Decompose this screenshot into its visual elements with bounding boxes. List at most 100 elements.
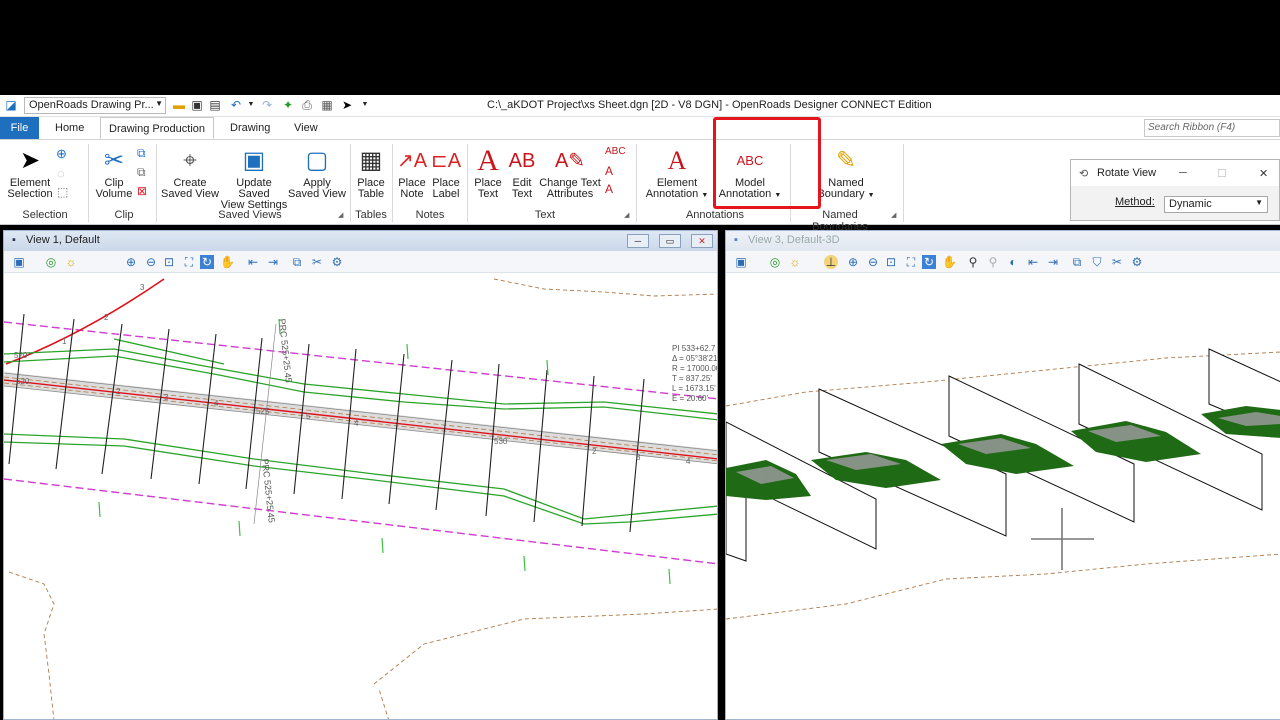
zoom-out-icon[interactable]: ⊖ xyxy=(866,255,880,269)
view-toggle-icon[interactable]: ⚙ xyxy=(1130,255,1144,269)
fit-view-icon[interactable]: ⛶ xyxy=(182,255,196,269)
dialog-launcher-icon[interactable]: ◢ xyxy=(624,211,629,219)
select-all-icon[interactable]: ⊕ xyxy=(56,146,67,162)
undo-dropdown-icon[interactable]: ▼ xyxy=(244,98,258,112)
app-icon[interactable]: ◪ xyxy=(4,98,18,112)
walk-icon[interactable]: ⚲ xyxy=(966,255,980,269)
fly-icon[interactable]: ⚲ xyxy=(986,255,1000,269)
minimize-icon[interactable]: ─ xyxy=(1179,167,1187,179)
select-arrow-icon[interactable]: ➤ xyxy=(340,98,354,112)
place-note-button[interactable]: ↗A Place Note xyxy=(395,146,429,200)
element-selection-button[interactable]: ➤ Element Selection xyxy=(6,146,54,200)
tab-file[interactable]: File xyxy=(0,117,39,139)
previous-view-icon[interactable]: ⇤ xyxy=(1026,255,1040,269)
clip-clear-icon[interactable]: ⊠ xyxy=(137,184,147,198)
clip-mask-icon[interactable]: ⧉ xyxy=(137,146,146,161)
clip-view-icon[interactable]: ⛉ xyxy=(1090,255,1104,269)
element-annotation-icon: A xyxy=(667,146,687,175)
svg-text:2: 2 xyxy=(104,313,109,322)
close-icon[interactable]: ✕ xyxy=(1259,167,1268,180)
close-view-icon[interactable]: ✕ xyxy=(691,234,713,248)
ribbon-tabs: File Home Drawing Production Drawing Vie… xyxy=(0,117,1280,139)
dialog-launcher-icon[interactable]: ◢ xyxy=(891,211,896,219)
save-settings-icon[interactable]: ▤ xyxy=(208,98,222,112)
view-3-canvas[interactable] xyxy=(726,274,1280,719)
update-view-icon[interactable]: ⊥ xyxy=(824,255,838,269)
spell-check-icon[interactable]: ABC xyxy=(605,146,626,157)
place-label-button[interactable]: ⊏A Place Label xyxy=(429,146,463,200)
change-text-label-2: Attributes xyxy=(546,188,594,200)
view-toggle-icon[interactable]: ⚙ xyxy=(330,255,344,269)
update-saved-view-button[interactable]: ▣ Update Saved View Settings xyxy=(220,146,288,211)
view-1-window[interactable]: ▪ View 1, Default ─ ▭ ✕ ▣ ◎ ☼ ⊕ ⊖ ⊡ ⛶ ↻ … xyxy=(3,230,718,720)
zoom-in-icon[interactable]: ⊕ xyxy=(846,255,860,269)
workflow-selector[interactable]: OpenRoads Drawing Pr... ▼ xyxy=(24,97,166,114)
view-1-canvas[interactable]: PRC 525+25.45 PRC 525+25.45 PI 533+62.7 … xyxy=(4,274,717,719)
restore-view-icon[interactable]: ▭ xyxy=(659,234,681,248)
previous-view-icon[interactable]: ⇤ xyxy=(246,255,260,269)
rotate-view-icon[interactable]: ↻ xyxy=(922,255,936,269)
display-style-icon[interactable]: ☼ xyxy=(64,255,78,269)
clip-volume-button[interactable]: ✂ Clip Volume xyxy=(92,146,136,200)
customize-qat-icon[interactable]: ▼ xyxy=(358,98,372,112)
window-area-icon[interactable]: ⊡ xyxy=(884,255,898,269)
text-style-icon[interactable]: A xyxy=(605,164,613,178)
maximize-icon[interactable]: ☐ xyxy=(1217,167,1227,180)
svg-text:520: 520 xyxy=(14,351,28,360)
clip-copy-icon[interactable]: ⧉ xyxy=(137,165,146,180)
place-table-button[interactable]: ▦ Place Table xyxy=(352,146,390,200)
rotate-view-icon[interactable]: ↻ xyxy=(200,255,214,269)
camera-icon[interactable]: ◐ xyxy=(1006,255,1020,269)
tab-drawing-production[interactable]: Drawing Production xyxy=(100,117,214,139)
text-size-icon[interactable]: A xyxy=(605,182,613,196)
select-block-icon[interactable]: ⬚ xyxy=(57,185,68,199)
separator xyxy=(903,144,904,222)
redo-icon[interactable]: ↷ xyxy=(260,98,274,112)
zoom-in-icon[interactable]: ⊕ xyxy=(124,255,138,269)
pin-icon[interactable]: ✦ xyxy=(281,98,295,112)
tab-home[interactable]: Home xyxy=(47,117,92,139)
search-ribbon-input[interactable]: Search Ribbon (F4) xyxy=(1144,119,1280,137)
copy-view-icon[interactable]: ⧉ xyxy=(290,255,304,269)
display-style-icon[interactable]: ☼ xyxy=(788,255,802,269)
undo-icon[interactable]: ↶ xyxy=(229,98,243,112)
next-view-icon[interactable]: ⇥ xyxy=(266,255,280,269)
print-icon[interactable]: ⎙ xyxy=(300,98,314,112)
save-icon[interactable]: ▣ xyxy=(190,98,204,112)
select-circle-icon[interactable]: ◌ xyxy=(57,166,65,181)
element-annotation-button[interactable]: A Element Annotation ▼ xyxy=(642,146,712,201)
place-text-button[interactable]: A Place Text xyxy=(470,146,506,200)
fit-view-icon[interactable]: ⛶ xyxy=(904,255,918,269)
pan-icon[interactable]: ✋ xyxy=(942,255,957,269)
svg-text:525: 525 xyxy=(256,407,270,416)
zoom-out-icon[interactable]: ⊖ xyxy=(144,255,158,269)
create-saved-view-button[interactable]: ⌖ Create Saved View xyxy=(160,146,220,200)
tab-drawing[interactable]: Drawing xyxy=(222,117,278,139)
rotate-icon: ⟲ xyxy=(1079,168,1089,180)
row-line-bottom xyxy=(4,478,717,565)
view-attributes-icon[interactable]: ▣ xyxy=(734,255,748,269)
levels-icon[interactable]: ◎ xyxy=(44,255,58,269)
open-folder-icon[interactable]: ▬ xyxy=(172,98,186,112)
clip-mask-icon[interactable]: ✂ xyxy=(1110,255,1124,269)
svg-text:4: 4 xyxy=(686,457,691,466)
view-attributes-icon[interactable]: ▣ xyxy=(12,255,26,269)
tab-view[interactable]: View xyxy=(286,117,326,139)
apply-saved-view-button[interactable]: ▢ Apply Saved View xyxy=(288,146,346,200)
levels-icon[interactable]: ◎ xyxy=(768,255,782,269)
clip-view-icon[interactable]: ✂ xyxy=(310,255,324,269)
change-text-attributes-button[interactable]: A✎ Change Text Attributes xyxy=(538,146,602,200)
window-title: C:\_aKDOT Project\xs Sheet.dgn [2D - V8 … xyxy=(487,99,932,111)
view-3-window[interactable]: ▪ View 3, Default-3D ▣ ◎ ☼ ⊥ ⊕ ⊖ ⊡ ⛶ ↻ ✋… xyxy=(725,230,1280,720)
next-view-icon[interactable]: ⇥ xyxy=(1046,255,1060,269)
minimize-view-icon[interactable]: ─ xyxy=(627,234,649,248)
batch-icon[interactable]: ▦ xyxy=(320,98,334,112)
copy-view-icon[interactable]: ⧉ xyxy=(1070,255,1084,269)
svg-text:R = 17000.00: R = 17000.00 xyxy=(672,364,717,373)
dialog-launcher-icon[interactable]: ◢ xyxy=(338,211,343,219)
pan-icon[interactable]: ✋ xyxy=(220,255,235,269)
named-boundary-button[interactable]: ✎ Named Boundary ▼ xyxy=(812,146,880,201)
edit-text-button[interactable]: AB Edit Text xyxy=(506,146,538,200)
window-area-icon[interactable]: ⊡ xyxy=(162,255,176,269)
method-select[interactable]: Dynamic ▼ xyxy=(1164,196,1268,213)
